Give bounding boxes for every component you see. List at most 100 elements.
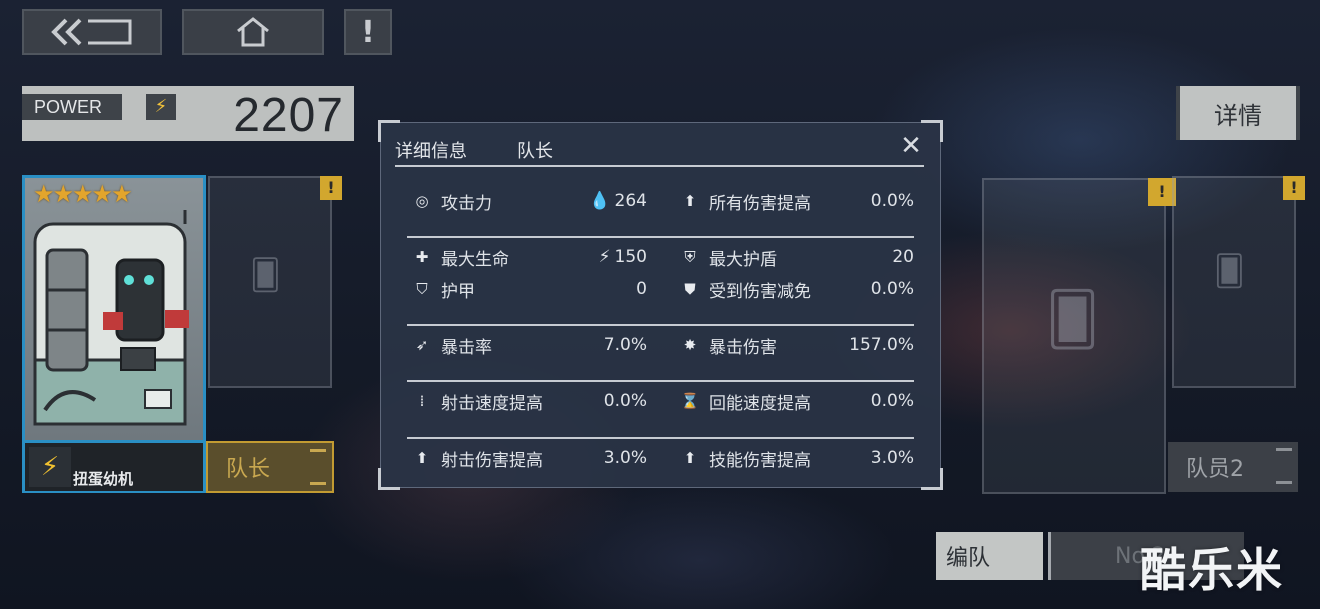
stat-label: 攻击力 <box>441 193 492 214</box>
alert-button[interactable]: ! <box>344 9 392 55</box>
leader-card[interactable]: ★★★★★ ⚡ 扭蛋幼机 <box>22 175 206 493</box>
detail-info-dialog: 详细信息 队长 ✕ ◎ 攻击力 💧 264 ⬆ 所有伤害提高 0.0% ✚ 最大生命 ⚡ 150 ⛨ 最… <box>378 120 943 490</box>
stat-number: 0.0% <box>870 279 914 299</box>
stat-label: 回能速度提高 <box>709 393 811 414</box>
stat-label: 最大护盾 <box>709 249 777 270</box>
heart-plus-icon: ✚ <box>415 248 429 266</box>
stat-row: ⛊ 受到伤害减免 0.0% <box>679 277 914 302</box>
stat-value: 0.0% <box>871 279 914 299</box>
card-icon: 🂠 <box>1046 290 1100 350</box>
bolt-icon: ⚡ <box>146 94 176 120</box>
stat-value: 💧 264 <box>589 191 647 211</box>
stat-number: 3.0% <box>870 448 914 468</box>
power-bar: POWER ⚡ 2207 <box>22 86 354 142</box>
stat-row: ◎ 攻击力 💧 264 <box>411 189 647 214</box>
close-icon[interactable]: ✕ <box>898 133 924 159</box>
section-divider <box>407 437 914 439</box>
star-rating: ★★★★★ <box>33 180 133 208</box>
stat-value: 3.0% <box>604 448 647 468</box>
stat-value: 0.0% <box>604 391 647 411</box>
leader-portrait: ★★★★★ <box>25 178 203 440</box>
stat-row: ⬆ 所有伤害提高 0.0% <box>679 189 914 214</box>
stat-number: 264 <box>614 191 647 211</box>
stat-row: ⌛ 回能速度提高 0.0% <box>679 389 914 414</box>
stat-label: 射击速度提高 <box>441 393 543 414</box>
power-label: POWER <box>22 94 122 120</box>
armor-icon: ⛉ <box>416 280 428 298</box>
leader-tag-label: 队长 <box>226 457 271 482</box>
stat-number: 3.0% <box>603 448 647 468</box>
stat-number: 0.0% <box>870 391 914 411</box>
stat-label: 所有伤害提高 <box>709 193 811 214</box>
skill-damage-icon: ⬆ <box>683 449 697 467</box>
card-icon: 🂠 <box>250 258 281 293</box>
crit-rate-icon: ➶ <box>415 336 429 354</box>
watermark-text: 酷乐米 <box>1140 543 1284 597</box>
energy-regen-icon: ⌛ <box>680 392 700 410</box>
empty-slot-1[interactable]: 🂠 <box>208 176 332 388</box>
stat-number: 0.0% <box>870 191 914 211</box>
stat-row: ⛨ 最大护盾 20 <box>679 245 914 270</box>
frame-corner <box>921 120 943 142</box>
crit-damage-icon: ✸ <box>683 336 697 354</box>
stat-number: 7.0% <box>603 335 647 355</box>
stat-label: 射击伤害提高 <box>441 450 543 471</box>
back-button[interactable] <box>22 9 162 55</box>
stat-row: ⬆ 射击伤害提高 3.0% <box>411 446 647 471</box>
bolt-icon: ⚡ <box>29 447 71 487</box>
stat-number: 0.0% <box>603 391 647 411</box>
empty-slot-2[interactable]: 🂠 <box>982 178 1166 494</box>
back-arrow-icon <box>51 18 132 46</box>
tag-bracket-icon <box>310 449 326 485</box>
stat-number: 150 <box>614 247 647 267</box>
stat-value: 0.0% <box>871 191 914 211</box>
dialog-subtitle: 队长 <box>517 141 553 162</box>
stat-value: ⚡ 150 <box>599 247 647 267</box>
section-divider <box>407 324 914 326</box>
shield-bolt-icon: ⛨ <box>684 248 696 266</box>
stat-row: ➶ 暴击率 7.0% <box>411 333 647 358</box>
stat-value: 20 <box>892 247 914 267</box>
empty-slot-3[interactable]: 🂠 <box>1172 176 1296 388</box>
section-divider <box>407 380 914 382</box>
header-divider <box>395 165 924 167</box>
robot-illustration <box>33 210 189 426</box>
stat-label: 暴击率 <box>441 337 492 358</box>
leader-name-bar: ⚡ 扭蛋幼机 <box>25 443 203 491</box>
attack-icon: ◎ <box>415 192 429 210</box>
stat-label: 受到伤害减免 <box>709 281 811 302</box>
home-button[interactable] <box>182 9 324 55</box>
alert-icon: ! <box>361 14 375 50</box>
stat-label: 最大生命 <box>441 249 509 270</box>
warning-icon: ! <box>320 176 342 200</box>
stat-value: 0.0% <box>871 391 914 411</box>
leader-tag[interactable]: 队长 <box>206 441 334 493</box>
card-icon: 🂠 <box>1214 254 1245 289</box>
power-value: 2207 <box>233 89 344 142</box>
stat-row: ✚ 最大生命 ⚡ 150 <box>411 245 647 270</box>
member2-tag-label: 队员2 <box>1186 457 1244 482</box>
detail-button[interactable]: 详情 <box>1176 86 1300 140</box>
value-prefix-icon: ⚡ <box>598 247 611 267</box>
member2-tag[interactable]: 队员2 <box>1168 442 1298 492</box>
damage-reduce-icon: ⛊ <box>684 280 696 298</box>
stat-label: 技能伤害提高 <box>709 450 811 471</box>
shot-damage-icon: ⬆ <box>415 449 429 467</box>
section-divider <box>407 236 914 238</box>
frame-corner <box>378 468 400 490</box>
stat-value: 3.0% <box>871 448 914 468</box>
leader-name: 扭蛋幼机 <box>73 470 134 488</box>
stat-number: 157.0% <box>849 335 914 355</box>
home-icon <box>237 17 269 47</box>
stat-label: 暴击伤害 <box>709 337 777 358</box>
stat-number: 20 <box>892 247 914 267</box>
stat-row: ⬆ 技能伤害提高 3.0% <box>679 446 914 471</box>
stat-row: ✸ 暴击伤害 157.0% <box>679 333 914 358</box>
tag-bracket-icon <box>1276 448 1292 484</box>
stat-value: 7.0% <box>604 335 647 355</box>
stat-value: 0 <box>636 279 647 299</box>
dialog-title: 详细信息 <box>395 141 467 162</box>
formation-button[interactable]: 编队 <box>936 532 1043 580</box>
stat-number: 0 <box>636 279 647 299</box>
frame-corner <box>921 468 943 490</box>
